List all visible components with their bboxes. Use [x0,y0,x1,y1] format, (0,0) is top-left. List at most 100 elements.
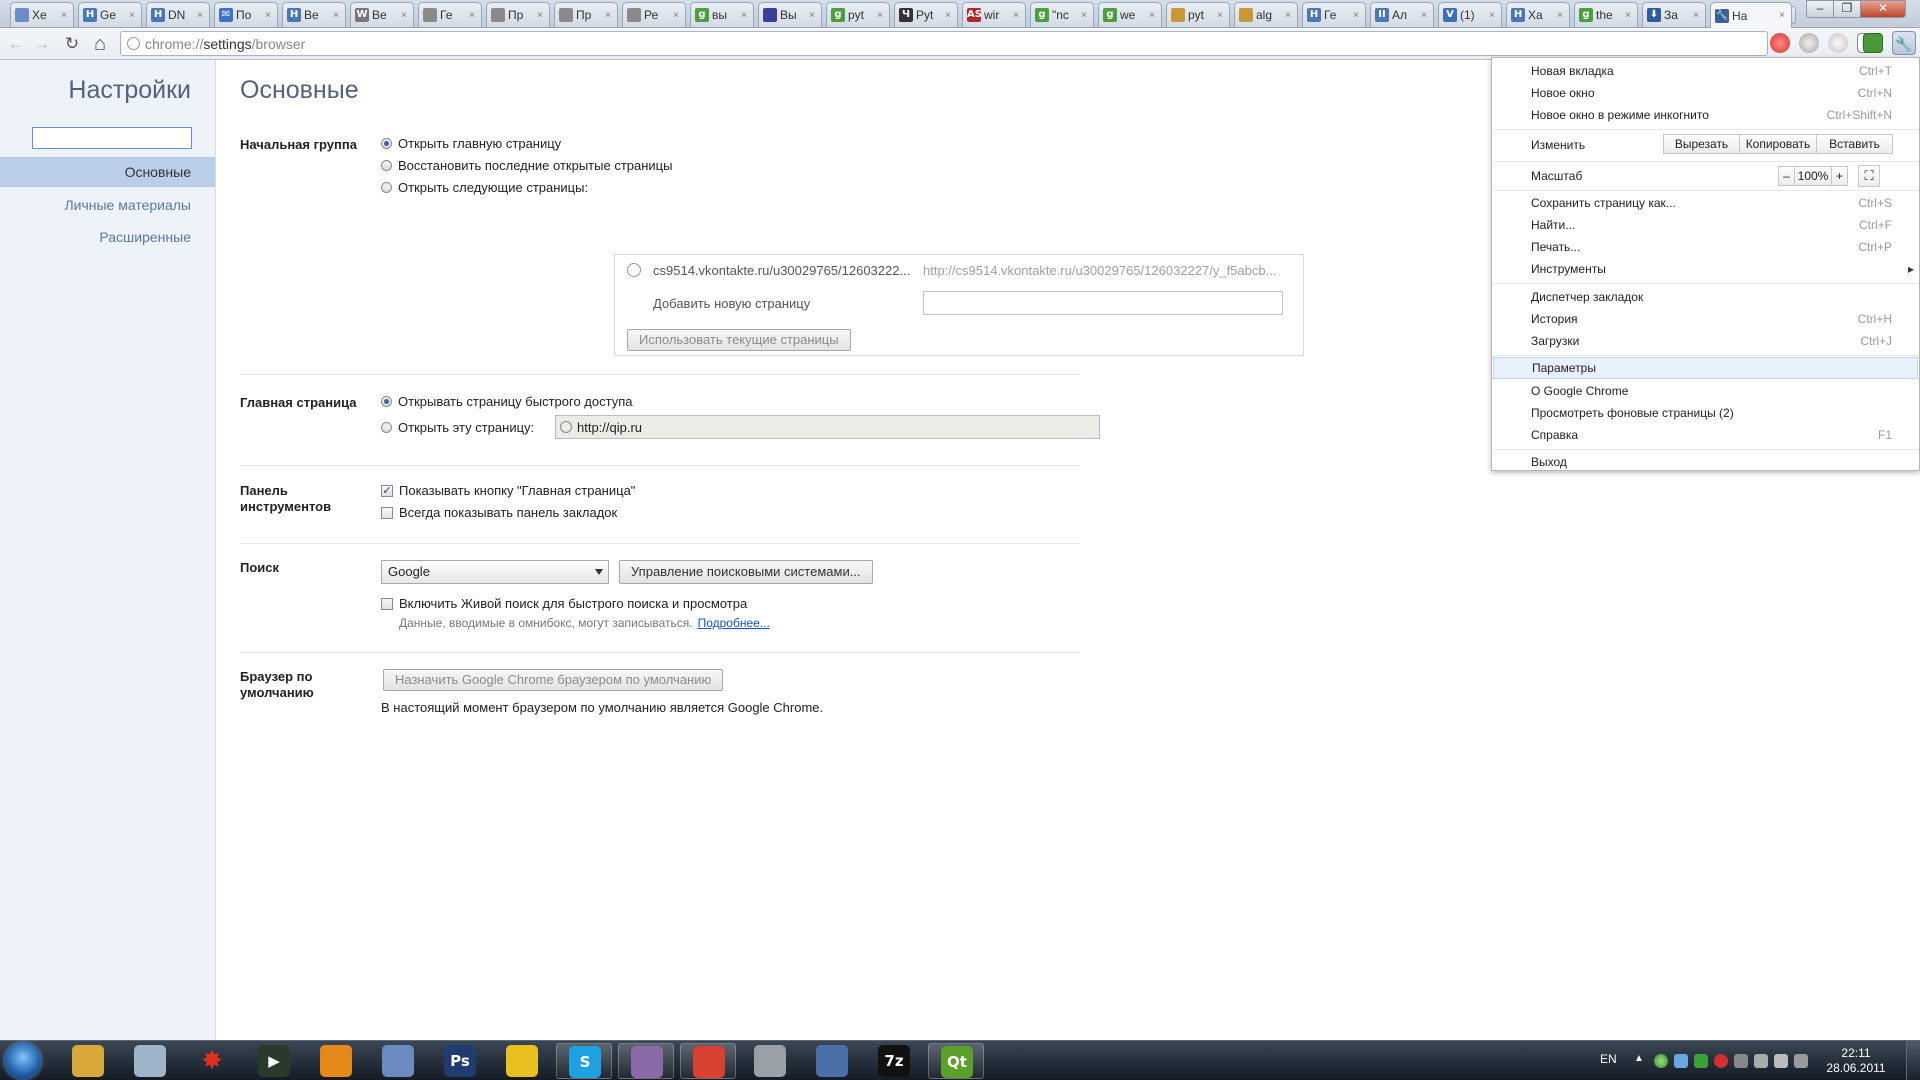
taskbar-ide-button[interactable] [370,1043,426,1079]
tab-8[interactable]: Пр × [554,2,618,27]
tab-close-icon[interactable]: × [943,10,953,21]
tab-5[interactable]: W Ве × [350,2,414,27]
radio-startup-restore[interactable] [381,160,392,171]
menu-exit[interactable]: Выход [1493,451,1918,473]
menu-find[interactable]: Найти... Ctrl+F [1493,214,1918,236]
radio-homepage-url[interactable] [381,422,392,433]
tab-close-icon[interactable]: × [1079,10,1089,21]
taskbar-media-button[interactable] [742,1043,798,1079]
taskbar-explorer-button[interactable] [60,1043,116,1079]
menu-save-page[interactable]: Сохранить страницу как... Ctrl+S [1493,192,1918,214]
search-engine-select[interactable]: Google [381,560,609,584]
tab-12[interactable]: g pyt × [826,2,890,27]
zoom-in-button[interactable]: + [1831,166,1848,186]
tab-close-icon[interactable]: × [535,10,545,21]
tray-dropbox-icon[interactable] [1674,1054,1688,1068]
tab-11[interactable]: Вы × [758,2,822,27]
maximize-button[interactable]: ❐ [1833,0,1861,18]
tab-16[interactable]: g we × [1098,2,1162,27]
taskbar-calculator-button[interactable] [122,1043,178,1079]
back-icon[interactable]: ← [4,32,28,56]
tab-close-icon[interactable]: × [671,10,681,21]
close-window-button[interactable]: ✕ [1860,0,1906,18]
menu-tools[interactable]: Инструменты ▸ [1493,258,1918,280]
tab-0[interactable]: Хе × [10,2,74,27]
use-current-pages-button[interactable]: Использовать текущие страницы [627,329,851,351]
tab-close-icon[interactable]: × [195,10,205,21]
taskbar-photoshop-button[interactable]: Ps [432,1043,488,1079]
home-icon[interactable]: ⌂ [88,32,112,56]
menu-options[interactable]: Параметры [1493,357,1918,379]
tab-close-icon[interactable]: × [1623,10,1633,21]
zoom-out-button[interactable]: – [1778,166,1795,186]
tray-green-icon[interactable] [1654,1054,1668,1068]
tab-close-icon[interactable]: × [127,10,137,21]
minimize-button[interactable]: – [1806,0,1834,18]
wrench-menu-icon[interactable]: 🔧 [1892,31,1916,55]
start-button[interactable] [5,1043,41,1079]
make-default-button[interactable]: Назначить Google Chrome браузером по умо… [383,669,724,691]
tab-close-icon[interactable]: × [1351,10,1361,21]
tab-close-icon[interactable]: × [467,10,477,21]
tab-close-icon[interactable]: × [739,10,749,21]
taskbar-qip-button[interactable] [494,1043,550,1079]
radio-startup-home[interactable] [381,138,392,149]
tab-10[interactable]: g вы × [690,2,754,27]
menu-copy-button[interactable]: Копировать [1739,134,1817,154]
addon-green-icon[interactable] [1863,33,1883,53]
show-home-button-option[interactable]: ✓ Показывать кнопку "Главная страница" [381,483,635,498]
sidebar-item-basics[interactable]: Основные [0,157,215,187]
tray-network-icon[interactable] [1694,1054,1708,1068]
tab-7[interactable]: Пр × [486,2,550,27]
omnibox[interactable]: chrome://settings/browser ☆ [120,31,1874,56]
tab-17[interactable]: pyt × [1166,2,1230,27]
tray-flag-icon[interactable] [1734,1054,1748,1068]
tray-red-icon[interactable] [1714,1054,1728,1068]
tab-14[interactable]: AS wir × [962,2,1026,27]
language-indicator[interactable]: EN [1600,1052,1617,1066]
homepage-url-field[interactable]: http://qip.ru [555,415,1100,439]
menu-downloads[interactable]: Загрузки Ctrl+J [1493,330,1918,352]
show-bookmarks-bar-option[interactable]: Всегда показывать панель закладок [381,505,617,520]
show-home-checkbox[interactable]: ✓ [381,484,393,497]
homepage-option-url[interactable]: Открыть эту страницу: [381,420,534,435]
taskbar-chrome-button[interactable] [680,1043,736,1079]
tab-close-icon[interactable]: × [1691,10,1701,21]
tab-22[interactable]: H Ха × [1506,2,1570,27]
taskbar-qtcreator-button[interactable]: Qt [928,1043,984,1079]
reload-icon[interactable]: ↻ [60,32,84,56]
taskbar-eclipse-button[interactable] [308,1043,364,1079]
menu-paste-button[interactable]: Вставить [1816,134,1893,154]
sidebar-item-personal[interactable]: Личные материалы [0,190,215,220]
tab-4[interactable]: H Ве × [282,2,346,27]
menu-cut-button[interactable]: Вырезать [1663,134,1740,154]
menu-new-window[interactable]: Новое окно Ctrl+N [1493,82,1918,104]
radio-startup-pages[interactable] [381,182,392,193]
forward-icon[interactable]: → [30,32,54,56]
tab-20[interactable]: II Ал × [1370,2,1434,27]
tab-1[interactable]: H Ge × [78,2,142,27]
show-desktop-button[interactable] [1906,1041,1920,1080]
tray-monitor-icon[interactable] [1754,1054,1768,1068]
instant-search-checkbox[interactable] [381,597,393,610]
menu-incognito[interactable]: Новое окно в режиме инкогнито Ctrl+Shift+… [1493,104,1918,126]
tab-close-icon[interactable]: × [1419,10,1429,21]
tab-close-icon[interactable]: × [263,10,273,21]
tray-battery-icon[interactable] [1794,1054,1808,1068]
startup-page-item[interactable]: cs9514.vkontakte.ru/u30029765/12603222..… [615,255,1303,287]
tab-close-icon[interactable]: × [399,10,409,21]
sidebar-item-advanced[interactable]: Расширенные [0,222,215,252]
taskbar-pidgin-button[interactable] [618,1043,674,1079]
omnibox-url[interactable]: chrome://settings/browser [145,36,305,52]
radio-homepage-ntp[interactable] [381,396,392,407]
tab-close-icon[interactable]: × [807,10,817,21]
tab-13[interactable]: Ч Pyt × [894,2,958,27]
tab-18[interactable]: alg × [1234,2,1298,27]
menu-bookmark-manager[interactable]: Диспетчер закладок [1493,286,1918,308]
tab-23[interactable]: g the × [1574,2,1638,27]
tab-9[interactable]: Ре × [622,2,686,27]
taskbar-python-button[interactable] [804,1043,860,1079]
tab-close-icon[interactable]: × [1011,10,1021,21]
tab-close-icon[interactable]: × [603,10,613,21]
tab-close-icon[interactable]: × [1215,10,1225,21]
